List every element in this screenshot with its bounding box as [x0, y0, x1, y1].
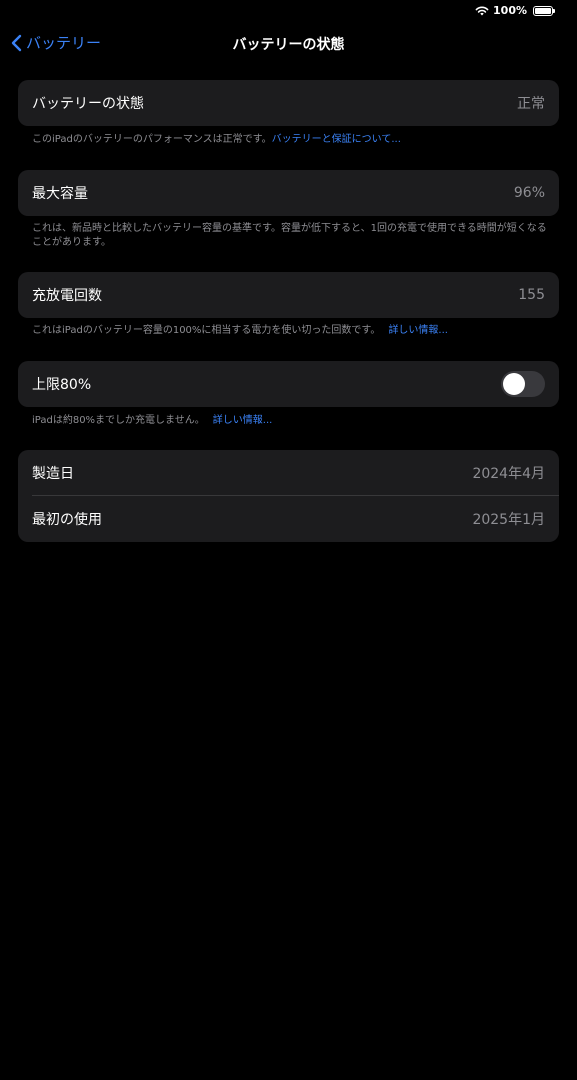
- wifi-icon: [475, 6, 489, 16]
- cycle-count-label: 充放電回数: [32, 288, 102, 304]
- page-title: バッテリーの状態: [232, 37, 345, 53]
- manufacture-date-label: 製造日: [32, 466, 74, 482]
- status-bar: 100%: [0, 0, 577, 22]
- battery-fill: [535, 7, 551, 14]
- battery-icon: [533, 5, 555, 16]
- battery-health-row: バッテリーの状態 正常: [18, 80, 559, 126]
- battery-health-value: 正常: [517, 96, 545, 112]
- max-capacity-footer-text: これは、新品時と比較したバッテリー容量の基準です。容量が低下すると、1回の充電で…: [32, 223, 547, 248]
- limit-80-more-link[interactable]: 詳しい情報...: [213, 415, 273, 426]
- manufacture-date-row: 製造日 2024年4月: [18, 450, 559, 496]
- cycle-count-footer-text: これはiPadのバッテリー容量の100%に相当する電力を使い切った回数です。: [32, 325, 381, 336]
- max-capacity-group: 最大容量 96%: [18, 170, 559, 216]
- limit-80-footer: iPadは約80%までしか充電しません。 詳しい情報...: [32, 414, 547, 428]
- battery-health-group: バッテリーの状態 正常: [18, 80, 559, 126]
- battery-health-label: バッテリーの状態: [32, 96, 144, 112]
- nav-bar: バッテリー バッテリーの状態: [0, 28, 577, 60]
- max-capacity-label: 最大容量: [32, 186, 88, 202]
- cycle-count-more-link[interactable]: 詳しい情報...: [388, 325, 448, 336]
- toggle-knob: [503, 373, 525, 395]
- cycle-count-row: 充放電回数 155: [18, 272, 559, 318]
- max-capacity-row: 最大容量 96%: [18, 170, 559, 216]
- manufacture-date-value: 2024年4月: [472, 466, 545, 482]
- cycle-count-footer: これはiPadのバッテリー容量の100%に相当する電力を使い切った回数です。 詳し…: [32, 324, 547, 338]
- battery-percent: 100%: [493, 4, 527, 17]
- limit-80-toggle[interactable]: [501, 371, 545, 397]
- max-capacity-footer: これは、新品時と比較したバッテリー容量の基準です。容量が低下すると、1回の充電で…: [32, 222, 547, 250]
- first-use-row: 最初の使用 2025年1月: [18, 496, 559, 542]
- limit-80-row: 上限80%: [18, 361, 559, 407]
- status-indicators: 100%: [475, 4, 555, 17]
- max-capacity-value: 96%: [513, 185, 545, 201]
- limit-80-footer-text: iPadは約80%までしか充電しません。: [32, 415, 205, 426]
- first-use-value: 2025年1月: [472, 512, 545, 528]
- battery-health-footer: このiPadのバッテリーのパフォーマンスは正常です。バッテリーと保証について..…: [32, 133, 547, 147]
- battery-health-footer-text: このiPadのバッテリーのパフォーマンスは正常です。: [32, 134, 272, 145]
- limit-80-group: 上限80%: [18, 361, 559, 407]
- battery-warranty-link[interactable]: バッテリーと保証について...: [272, 134, 401, 145]
- first-use-label: 最初の使用: [32, 512, 102, 528]
- dates-group: 製造日 2024年4月 最初の使用 2025年1月: [18, 450, 559, 542]
- cycle-count-group: 充放電回数 155: [18, 272, 559, 318]
- battery-nub: [553, 9, 555, 13]
- cycle-count-value: 155: [518, 287, 545, 303]
- limit-80-label: 上限80%: [32, 377, 92, 393]
